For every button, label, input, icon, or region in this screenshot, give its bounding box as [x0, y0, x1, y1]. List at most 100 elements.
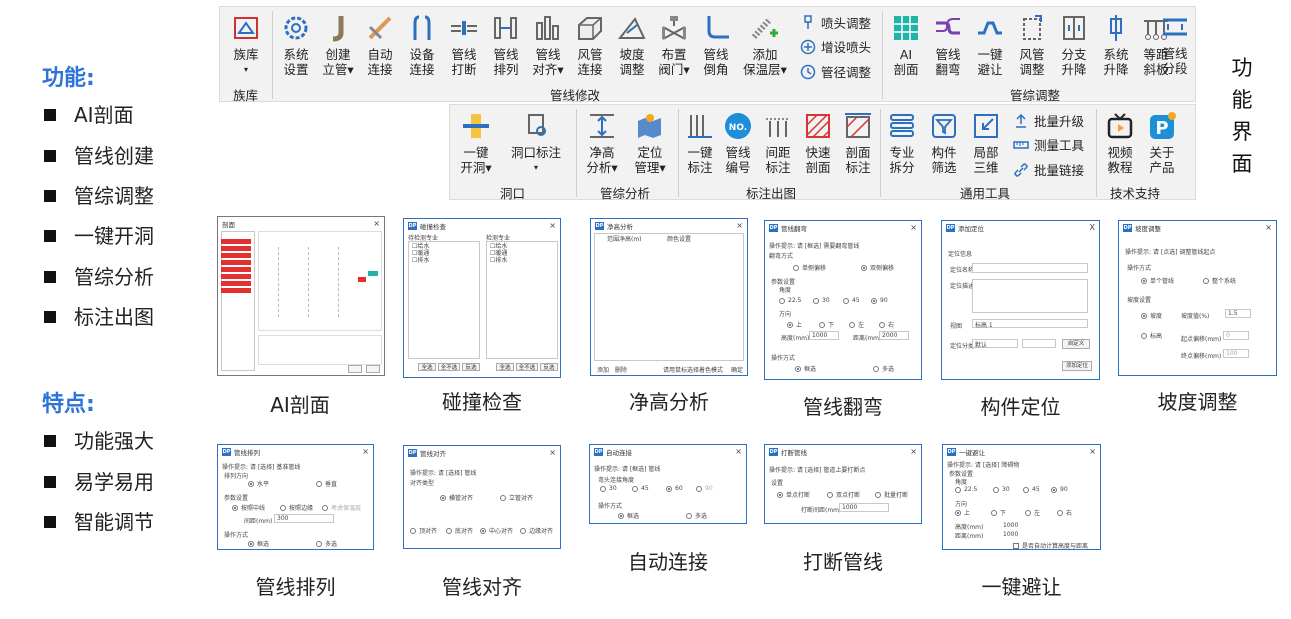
edge-align-radio[interactable]: 边缘对齐	[520, 526, 553, 535]
slope-radio[interactable]: 坡度	[1141, 311, 1162, 320]
list-item[interactable]	[221, 260, 251, 265]
batch-upgrade-button[interactable]: 批量升级	[1013, 111, 1084, 130]
angle-radio[interactable]: 45	[843, 297, 860, 304]
one-key-annotate-button[interactable]: 一键 标注	[680, 111, 720, 175]
gap-input[interactable]: 300	[274, 514, 334, 523]
one-key-opening-button[interactable]: 一键 开洞▾	[456, 111, 496, 175]
create-riser-button[interactable]: 创建 立管▾	[318, 13, 358, 77]
cancel-button[interactable]	[366, 365, 380, 373]
single-pipe-radio[interactable]: 单个管线	[1141, 276, 1174, 285]
system-settings-button[interactable]: 系统 设置	[276, 13, 316, 77]
double-break-radio[interactable]: 双点打断	[827, 490, 860, 499]
gap-input[interactable]: 1000	[839, 503, 889, 512]
clearance-analysis-button[interactable]: 净高 分析▾	[582, 111, 622, 175]
close-icon[interactable]: X	[1090, 223, 1095, 232]
center-radio[interactable]: 按照中线	[232, 503, 265, 512]
single-break-radio[interactable]: 单点打断	[777, 490, 810, 499]
distance-input[interactable]: 1000	[1003, 531, 1018, 538]
angle-radio[interactable]: 90	[871, 297, 888, 304]
top-align-radio[interactable]: 顶对齐	[410, 526, 437, 535]
horizontal-radio[interactable]: 水平	[248, 479, 269, 488]
multi-select-radio[interactable]: 多选	[686, 511, 707, 520]
pipe-align-button[interactable]: 管线 对齐▾	[528, 13, 568, 77]
place-valve-button[interactable]: 布置 阀门▾	[654, 13, 694, 77]
angle-radio[interactable]: 45	[632, 485, 649, 492]
select-all-button[interactable]: 全选	[418, 363, 436, 371]
custom-button[interactable]: 自定义	[1062, 339, 1090, 349]
direction-radio[interactable]: 左	[849, 320, 864, 329]
height-input[interactable]: 1000	[809, 331, 839, 340]
angle-radio[interactable]: 45	[1023, 486, 1040, 493]
branch-lift-button[interactable]: 分支 升降	[1054, 13, 1094, 77]
spacing-annotate-button[interactable]: 间距 标注	[758, 111, 798, 175]
close-icon[interactable]: ×	[1265, 223, 1272, 232]
close-icon[interactable]: ×	[549, 448, 556, 457]
slope-value-input[interactable]: 1.5	[1225, 309, 1251, 318]
diameter-adjust-button[interactable]: 管径调整	[800, 62, 871, 81]
close-icon[interactable]: ×	[1089, 447, 1096, 456]
angle-radio[interactable]: 90	[696, 485, 713, 492]
family-library-button[interactable]: 族库 ▾	[226, 13, 266, 77]
height-input[interactable]: 1000	[1003, 522, 1018, 529]
invert-select-button[interactable]: 反选	[540, 363, 558, 371]
quick-section-button[interactable]: 快速 剖面	[798, 111, 838, 175]
list-item[interactable]	[221, 288, 251, 293]
view-select[interactable]: 标高 1	[972, 319, 1088, 329]
bottom-align-radio[interactable]: 底对齐	[446, 526, 473, 535]
system-lift-button[interactable]: 系统 升降	[1096, 13, 1136, 77]
list-item[interactable]	[221, 274, 251, 279]
video-tutorial-button[interactable]: 视频 教程	[1100, 111, 1140, 175]
invert-select-button[interactable]: 反选	[462, 363, 480, 371]
sprinkler-adjust-button[interactable]: 喷头调整	[800, 13, 871, 32]
multi-select-radio[interactable]: 多选	[316, 539, 337, 548]
component-filter-button[interactable]: 构件 筛选	[924, 111, 964, 175]
range-table[interactable]	[594, 233, 744, 361]
box-select-radio[interactable]: 框选	[795, 364, 816, 373]
list-item[interactable]	[221, 281, 251, 286]
vertical-radio[interactable]: 垂直	[316, 479, 337, 488]
box-select-radio[interactable]: 框选	[248, 539, 269, 548]
pipe-number-button[interactable]: NO. 管线 编号	[718, 111, 758, 175]
angle-radio[interactable]: 22.5	[779, 297, 801, 304]
close-icon[interactable]: ×	[736, 221, 743, 230]
direction-radio[interactable]: 右	[879, 320, 894, 329]
angle-radio[interactable]: 30	[993, 486, 1010, 493]
pipe-chamfer-button[interactable]: 管线 倒角	[696, 13, 736, 77]
batch-break-radio[interactable]: 批量打断	[875, 490, 908, 499]
local-3d-button[interactable]: 局部 三维	[966, 111, 1006, 175]
select-all-button[interactable]: 全选	[496, 363, 514, 371]
distance-input[interactable]: 2000	[879, 331, 909, 340]
duct-adjust-button[interactable]: 风管 调整	[1012, 13, 1052, 77]
end-offset-input[interactable]: 100	[1223, 349, 1249, 358]
angle-radio[interactable]: 22.5	[955, 486, 977, 493]
select-none-button[interactable]: 全不选	[516, 363, 538, 371]
close-icon[interactable]: ×	[910, 223, 917, 232]
direction-radio[interactable]: 左	[1025, 508, 1040, 517]
direction-radio[interactable]: 下	[819, 320, 834, 329]
category-select[interactable]: 默认	[972, 339, 1018, 349]
pipe-arrange-button[interactable]: 管线 排列	[486, 13, 526, 77]
list-item[interactable]	[221, 267, 251, 272]
start-offset-input[interactable]: 0	[1223, 331, 1249, 340]
device-connect-button[interactable]: 设备 连接	[402, 13, 442, 77]
add-locate-button[interactable]: 添加定位	[1062, 361, 1092, 371]
desc-input[interactable]	[972, 279, 1088, 313]
auto-calc-checkbox[interactable]: 是否自动计算高度与距离	[1013, 541, 1088, 549]
whole-system-radio[interactable]: 整个系统	[1203, 276, 1236, 285]
auto-connect-button[interactable]: 自动 连接	[360, 13, 400, 77]
direction-radio[interactable]: 下	[991, 508, 1006, 517]
center-align-radio[interactable]: 中心对齐	[480, 526, 513, 535]
add-sprinkler-button[interactable]: 增设喷头	[800, 37, 871, 56]
close-icon[interactable]: ×	[910, 447, 917, 456]
add-button[interactable]: 添加	[597, 365, 609, 374]
opening-annotate-button[interactable]: 洞口标注 ▾	[506, 111, 566, 175]
angle-radio[interactable]: 30	[600, 485, 617, 492]
category-input[interactable]	[1022, 339, 1056, 348]
delete-button[interactable]: 删除	[615, 365, 627, 374]
angle-radio[interactable]: 60	[666, 485, 683, 492]
close-icon[interactable]: ×	[373, 219, 380, 228]
slope-adjust-button[interactable]: 坡度 调整	[612, 13, 652, 77]
horizontal-align-radio[interactable]: 横管对齐	[440, 493, 473, 502]
insulation-checkbox[interactable]: 考虑保温层	[322, 503, 361, 512]
duct-connect-button[interactable]: 风管 连接	[570, 13, 610, 77]
